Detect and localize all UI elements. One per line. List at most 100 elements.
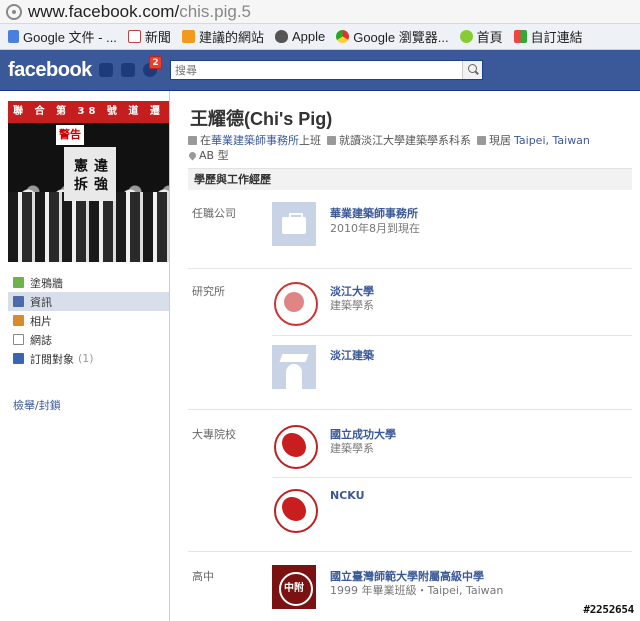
bookmark-chrome[interactable]: Google 瀏覽器...: [336, 27, 449, 46]
news-icon: [127, 30, 141, 43]
nav-label: 塗鴉牆: [30, 276, 63, 290]
search-input[interactable]: [171, 61, 462, 79]
company-logo[interactable]: [272, 202, 316, 246]
tamkang-seal-logo[interactable]: [272, 280, 318, 326]
profile-name[interactable]: 王耀德(Chi's Pig): [190, 105, 332, 131]
graduate-placeholder-logo[interactable]: [272, 345, 316, 389]
notes-icon: [13, 334, 24, 345]
bookmark-custom-links[interactable]: 自訂連結: [513, 27, 583, 46]
bookmark-suggested-sites[interactable]: 建議的網站: [181, 27, 264, 46]
study-place: 淡江大學建築學系科系: [361, 134, 471, 147]
group-label-high-school: 高中: [192, 570, 214, 583]
bookmark-label: 新聞: [144, 30, 171, 45]
address-bar[interactable]: www.facebook.com/chis.pig.5: [0, 0, 640, 24]
nav-label: 相片: [30, 314, 52, 328]
bookmark-label: 自訂連結: [530, 30, 583, 45]
bookmark-apple[interactable]: Apple: [274, 29, 326, 44]
hsnu-logo-text: 中附: [284, 583, 304, 594]
bookmark-label: Google 文件 - ...: [23, 30, 117, 45]
search-box: [170, 60, 483, 80]
nav-label: 訂閱對象: [30, 352, 74, 366]
ncku-logo[interactable]: [272, 423, 318, 469]
entry-subtitle: 建築學系: [330, 299, 374, 312]
left-column: 聯 合 第 38 號 道 遷 警告 違 強 憲 拆 塗鴉牆 資訊 相片 網誌 訂…: [0, 91, 170, 621]
bookmark-google-docs[interactable]: Google 文件 - ...: [8, 27, 117, 46]
nav-item-photos[interactable]: 相片: [8, 311, 169, 330]
bookmarks-bar: Google 文件 - ... 新聞 建議的網站 Apple Google 瀏覽…: [0, 24, 640, 50]
doc-icon: [8, 30, 19, 43]
home-icon: [477, 135, 486, 145]
profile-pic-sign-warning: 警告: [56, 125, 84, 145]
briefcase-icon: [188, 135, 197, 145]
entry-title[interactable]: 華業建築師事務所: [330, 205, 418, 221]
group-label-college: 大專院校: [192, 428, 236, 441]
bookmark-label: 建議的網站: [198, 30, 264, 45]
entry-subtitle: 1999 年畢業班級・Taipei, Taiwan: [330, 584, 504, 597]
ncku-logo[interactable]: [272, 487, 318, 533]
messages-icon[interactable]: [121, 63, 135, 77]
divider: [188, 551, 632, 552]
group-label-employer: 任職公司: [192, 207, 236, 220]
url-path: chis.pig.5: [179, 1, 252, 21]
group-label-grad-school: 研究所: [192, 285, 225, 298]
entry-subtitle: 2010年8月到現在: [330, 222, 420, 235]
url-text[interactable]: www.facebook.com/chis.pig.5: [28, 2, 251, 22]
profile-meta-blood: AB 型: [187, 147, 229, 163]
blood-type: AB 型: [199, 149, 229, 162]
nav-item-notes[interactable]: 網誌: [8, 330, 169, 349]
nav-count: (1): [78, 352, 94, 365]
photos-icon: [13, 315, 24, 326]
bookmark-home[interactable]: 首頁: [459, 27, 503, 46]
bookmark-label: 首頁: [476, 30, 503, 45]
apple-icon: [274, 30, 288, 43]
notification-badge: 2: [149, 56, 162, 69]
profile-nav: 塗鴉牆 資訊 相片 網誌 訂閱對象 (1): [8, 273, 169, 368]
profile-picture[interactable]: 聯 合 第 38 號 道 遷 警告 違 強 憲 拆: [8, 101, 169, 262]
facebook-header: facebook 2: [0, 50, 640, 91]
chrome-icon: [336, 30, 350, 43]
graduation-cap-icon: [327, 135, 336, 145]
profile-meta-line: 在華業建築師事務所 上班 就讀 淡江大學建築學系科系 現居 Taipei, Taiwa…: [188, 132, 590, 148]
hsnu-logo[interactable]: 中附: [272, 565, 316, 609]
divider: [188, 268, 632, 269]
home-icon: [459, 30, 473, 43]
friend-requests-icon[interactable]: [99, 63, 113, 77]
entry-title[interactable]: NCKU: [330, 489, 365, 502]
bookmark-label: Google 瀏覽器...: [353, 30, 449, 45]
windows-icon: [513, 30, 527, 43]
facebook-logo[interactable]: facebook: [8, 59, 92, 82]
section-header-education-work: 學歷與工作經歷: [188, 168, 632, 190]
wall-icon: [13, 277, 24, 288]
nav-item-subscriptions[interactable]: 訂閱對象 (1): [8, 349, 169, 368]
divider: [272, 477, 632, 478]
nav-item-info[interactable]: 資訊: [8, 292, 169, 311]
work-prefix: 在: [200, 134, 211, 147]
divider: [188, 409, 632, 410]
lives-prefix: 現居: [489, 134, 511, 147]
profile-info: 王耀德(Chi's Pig) 在華業建築師事務所 上班 就讀 淡江大學建築學系科系 …: [187, 91, 640, 621]
subscriptions-icon: [13, 353, 24, 364]
study-prefix: 就讀: [339, 134, 361, 147]
suggest-icon: [181, 30, 195, 43]
profile-pic-banner: 聯 合 第 38 號 道 遷: [8, 101, 169, 123]
info-icon: [13, 296, 24, 307]
entry-title[interactable]: 淡江建築: [330, 347, 374, 363]
entry-subtitle: 建築學系: [330, 442, 374, 455]
nav-label: 網誌: [30, 333, 52, 347]
search-icon[interactable]: [462, 61, 482, 79]
profile-pic-crowd-front: [8, 192, 169, 262]
work-suffix: 上班: [299, 134, 321, 147]
bookmark-label: Apple: [291, 29, 326, 44]
nav-label: 資訊: [30, 295, 52, 309]
divider: [272, 335, 632, 336]
globe-icon: [6, 3, 22, 20]
url-host: www.facebook.com/: [28, 1, 180, 21]
report-block-link[interactable]: 檢舉/封鎖: [13, 397, 61, 413]
watermark: #2252654: [583, 603, 634, 616]
profile-pic-sign-protest: 違 強 憲 拆: [64, 147, 116, 201]
nav-item-wall[interactable]: 塗鴉牆: [8, 273, 169, 292]
work-place-link[interactable]: 華業建築師事務所: [211, 132, 299, 148]
bookmark-news[interactable]: 新聞: [127, 27, 171, 46]
lives-place-link[interactable]: Taipei, Taiwan: [514, 134, 590, 147]
blood-drop-icon: [187, 150, 198, 160]
